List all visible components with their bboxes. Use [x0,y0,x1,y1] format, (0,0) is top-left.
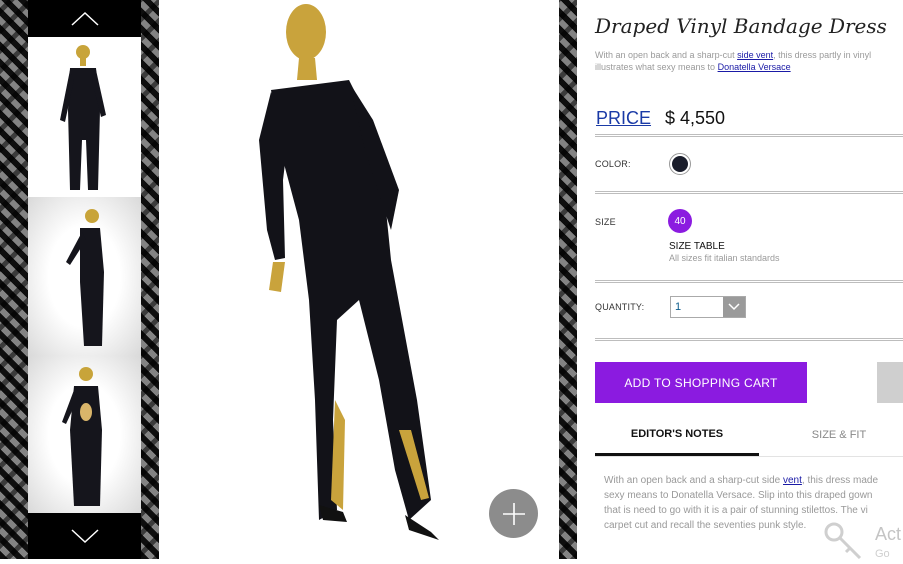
thumbnail-front-view[interactable] [28,37,141,197]
secondary-action-button[interactable] [877,362,903,403]
main-product-image [159,0,559,559]
product-description: With an open back and a sharp-cut side v… [595,50,872,72]
divider [595,280,903,283]
thumbnail-side-view[interactable] [28,197,141,356]
vent-link[interactable]: vent [783,475,802,486]
divider [595,191,903,194]
product-info-panel: Draped Vinyl Bandage Dress With an open … [577,0,903,559]
size-option-40[interactable]: 40 [668,209,692,233]
dress-mannequin-image [259,4,439,540]
color-swatch-black[interactable] [669,153,691,175]
quantity-dropdown-button[interactable] [723,297,745,317]
zoom-button[interactable] [489,489,538,538]
product-title: Draped Vinyl Bandage Dress [595,14,887,38]
decorative-pattern-middle [141,0,159,559]
dress-back-image [61,366,102,506]
tab-size-fit[interactable]: SIZE & FIT [775,414,903,456]
donatella-versace-link[interactable]: Donatella Versace [718,62,791,72]
divider [595,134,903,137]
divider [595,338,903,341]
color-label: COLOR: [595,159,631,169]
thumbnail-scroll-up-button[interactable] [28,0,141,37]
size-note: All sizes fit italian standards [669,253,780,263]
key-icon [824,522,862,559]
plus-icon [502,502,525,525]
add-to-cart-button[interactable]: ADD TO SHOPPING CART [595,362,807,403]
size-label: SIZE [595,217,616,227]
chevron-down-icon [70,529,99,544]
price-label[interactable]: PRICE [596,108,651,129]
tab-editors-notes[interactable]: EDITOR'S NOTES [595,414,759,456]
watermark-text: Act [875,524,902,544]
quantity-select[interactable]: 1 [670,296,746,318]
side-vent-link[interactable]: side vent [737,50,773,60]
thumbnail-scroll-down-button[interactable] [28,513,141,559]
quantity-label: QUANTITY: [595,302,645,312]
info-tabs: EDITOR'S NOTES SIZE & FIT [595,414,903,457]
watermark-subtext: Go [875,548,890,559]
activation-watermark: Act Go [820,518,903,559]
dress-side-image [65,208,104,346]
chevron-up-icon [70,11,99,26]
size-table-link[interactable]: SIZE TABLE [669,241,725,252]
thumbnail-gallery [28,0,141,559]
price-row: PRICE $ 4,550 [596,108,725,129]
quantity-value: 1 [675,301,682,313]
decorative-pattern-right [559,0,577,559]
dress-front-image [59,44,106,190]
chevron-down-icon [728,303,740,311]
price-value: $ 4,550 [665,108,726,128]
decorative-pattern-left [0,0,30,559]
thumbnail-back-view[interactable] [28,356,141,513]
color-dot [672,156,688,172]
